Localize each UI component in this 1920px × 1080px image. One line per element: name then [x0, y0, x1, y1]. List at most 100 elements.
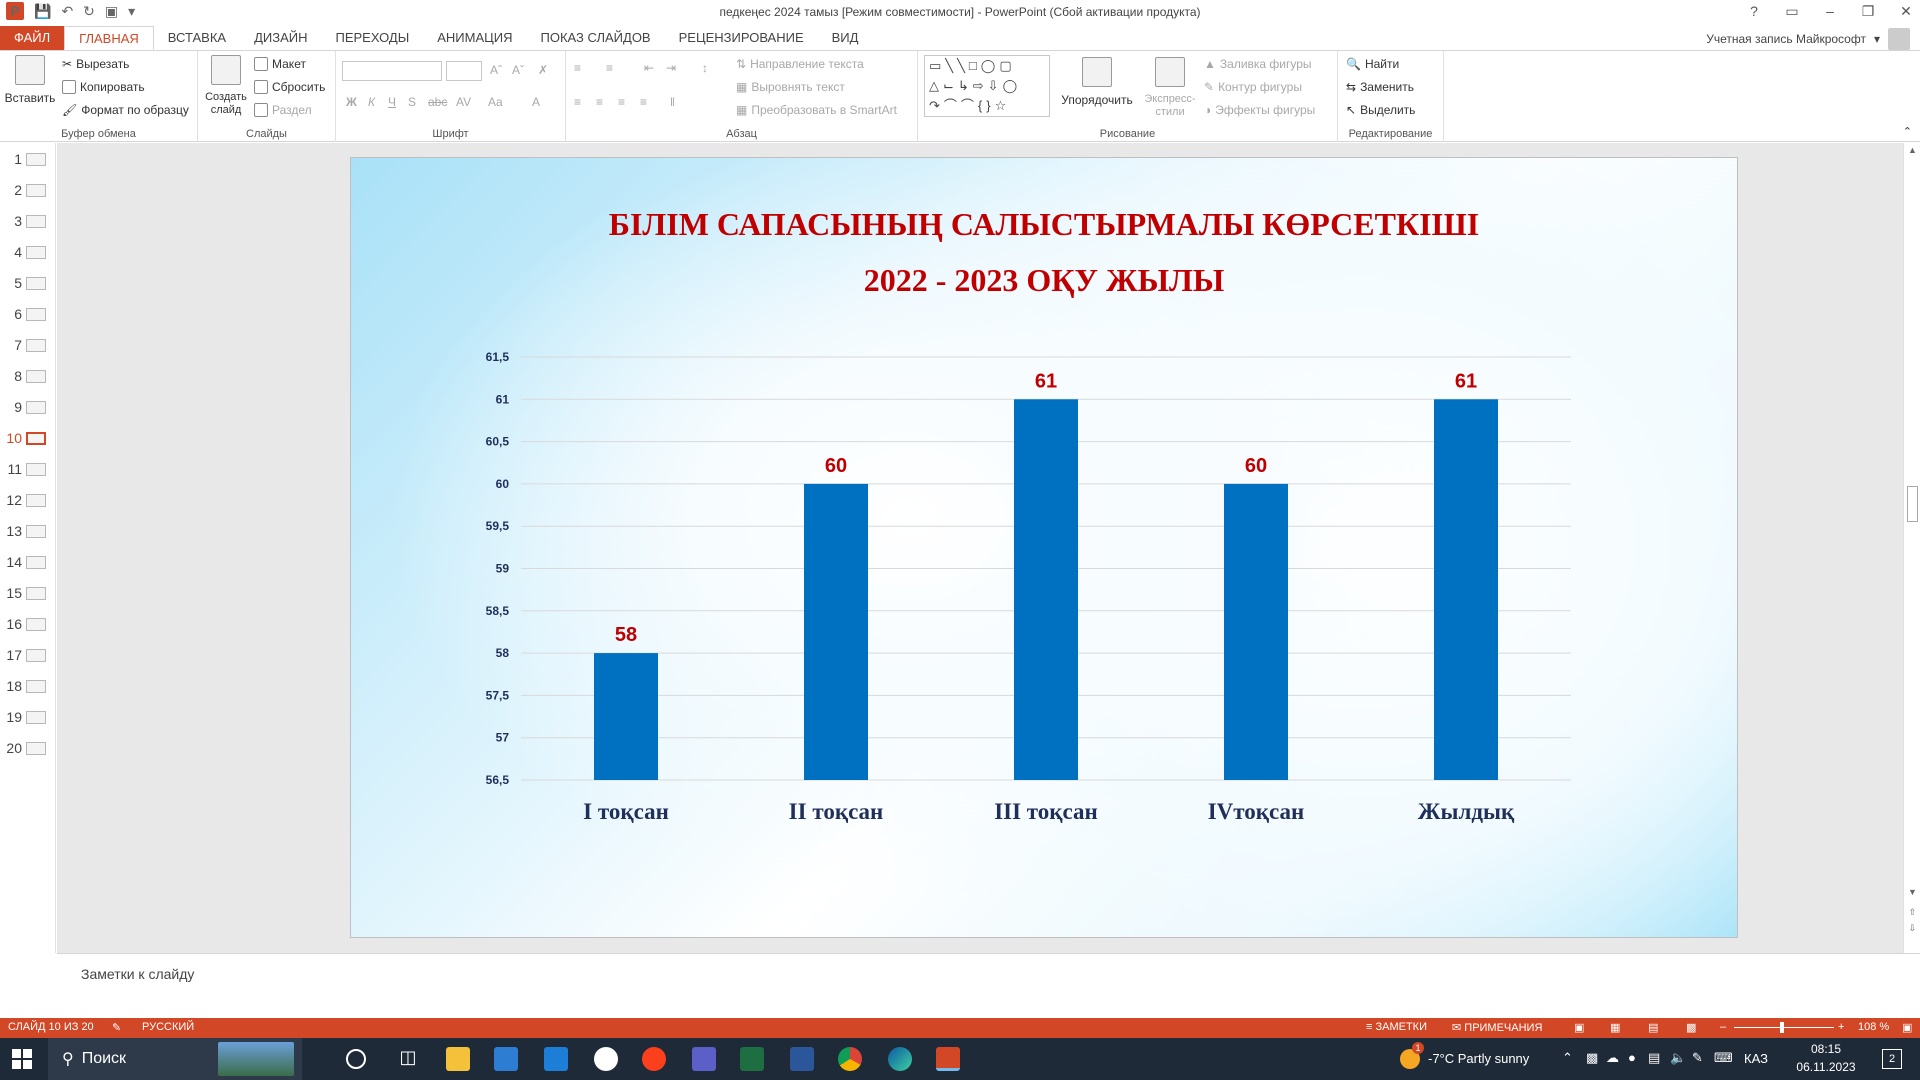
- next-slide-icon[interactable]: ⇩: [1904, 923, 1920, 934]
- slide-thumbnail[interactable]: 7: [0, 333, 56, 357]
- align-text-button[interactable]: ▦ Выровнять текст: [736, 80, 845, 94]
- font-name-box[interactable]: [342, 61, 442, 81]
- numbering-icon[interactable]: ≡: [606, 61, 613, 75]
- slideshow-icon[interactable]: ▩: [1686, 1021, 1696, 1034]
- notes-toggle-button[interactable]: ≡ ЗАМЕТКИ: [1366, 1021, 1427, 1033]
- scroll-down-icon[interactable]: ▼: [1904, 887, 1920, 897]
- align-left-icon[interactable]: ≡: [574, 95, 581, 109]
- format-painter-button[interactable]: 🖌 Формат по образцу: [62, 103, 189, 117]
- slide-thumbnail[interactable]: 20: [0, 736, 56, 760]
- device-icon[interactable]: ▩: [1586, 1050, 1598, 1066]
- justify-icon[interactable]: ≡: [640, 95, 647, 109]
- input-language[interactable]: КАЗ: [1744, 1051, 1768, 1066]
- slide-thumbnail[interactable]: 16: [0, 612, 56, 636]
- italic-button[interactable]: К: [368, 95, 375, 109]
- slide-thumbnail[interactable]: 19: [0, 705, 56, 729]
- slide-thumbnail-preview[interactable]: [26, 555, 46, 569]
- taskbar-search-box[interactable]: ⚲ Поиск: [48, 1038, 302, 1080]
- align-right-icon[interactable]: ≡: [618, 95, 625, 109]
- convert-smartart-button[interactable]: ▦ Преобразовать в SmartArt: [736, 103, 897, 117]
- shrink-font-icon[interactable]: Aˇ: [512, 63, 524, 77]
- tab-animations[interactable]: АНИМАЦИЯ: [423, 26, 526, 50]
- paste-button[interactable]: Вставить: [4, 55, 56, 105]
- section-button[interactable]: Раздел: [254, 103, 312, 117]
- zoom-out-button[interactable]: –: [1720, 1021, 1726, 1033]
- scrollbar-thumb[interactable]: [1907, 486, 1918, 522]
- underline-button[interactable]: Ч: [388, 95, 396, 109]
- slide-thumbnail-preview[interactable]: [26, 617, 46, 631]
- slide-thumbnail-preview[interactable]: [26, 276, 46, 290]
- normal-view-icon[interactable]: ▣: [1574, 1021, 1584, 1034]
- slide-thumbnail[interactable]: 18: [0, 674, 56, 698]
- slide-thumbnail-preview[interactable]: [26, 524, 46, 538]
- slide-thumbnail[interactable]: 14: [0, 550, 56, 574]
- previous-slide-icon[interactable]: ⇧: [1904, 907, 1920, 918]
- slide-sorter-icon[interactable]: ▦: [1610, 1021, 1620, 1034]
- mail-icon[interactable]: [544, 1047, 568, 1071]
- slide-thumbnail-preview[interactable]: [26, 338, 46, 352]
- onedrive-icon[interactable]: ☁: [1606, 1050, 1619, 1066]
- slide-thumbnail-preview[interactable]: [26, 307, 46, 321]
- shape-outline-button[interactable]: ✎ Контур фигуры: [1204, 80, 1302, 94]
- bullets-icon[interactable]: ≡: [574, 61, 581, 75]
- shape-effects-button[interactable]: ◑ Эффекты фигуры: [1204, 103, 1315, 117]
- slide-thumbnail[interactable]: 5: [0, 271, 56, 295]
- minimize-button[interactable]: –: [1822, 0, 1838, 22]
- change-case-button[interactable]: Aa: [488, 95, 503, 109]
- slide-thumbnail-preview[interactable]: [26, 245, 46, 259]
- network-icon[interactable]: ▤: [1648, 1050, 1660, 1066]
- notes-pane[interactable]: Заметки к слайду: [57, 953, 1920, 1018]
- word-icon[interactable]: [790, 1047, 814, 1071]
- new-slide-button[interactable]: Создать слайд: [202, 55, 250, 117]
- grow-font-icon[interactable]: Aˆ: [490, 63, 502, 77]
- help-button[interactable]: ?: [1746, 0, 1762, 22]
- notification-center-icon[interactable]: 2: [1882, 1049, 1902, 1069]
- slide-thumbnail[interactable]: 17: [0, 643, 56, 667]
- clear-formatting-icon[interactable]: ✗: [538, 63, 548, 77]
- restore-button[interactable]: ❐: [1860, 0, 1876, 22]
- collapse-ribbon-icon[interactable]: ⌃: [1903, 125, 1912, 138]
- keyboard-icon[interactable]: ⌨: [1714, 1050, 1733, 1066]
- text-direction-button[interactable]: ⇅ Направление текста: [736, 57, 864, 71]
- slide-thumbnail[interactable]: 1: [0, 147, 56, 171]
- app-icon[interactable]: [692, 1047, 716, 1071]
- fit-to-window-icon[interactable]: ▣: [1902, 1021, 1912, 1034]
- increase-indent-icon[interactable]: ⇥: [666, 61, 676, 75]
- slide-thumbnail-preview[interactable]: [26, 214, 46, 228]
- shapes-gallery[interactable]: ▭╲╲□◯▢ △⌙↳⇨⇩◯ ↷⌒⌒{}☆: [924, 55, 1050, 117]
- avatar[interactable]: [1888, 28, 1910, 50]
- clock-time[interactable]: 08:15: [1796, 1042, 1856, 1056]
- slide-thumbnail-preview[interactable]: [26, 741, 46, 755]
- slide-thumbnail[interactable]: 12: [0, 488, 56, 512]
- scroll-up-icon[interactable]: ▲: [1904, 145, 1920, 155]
- ribbon-display-options-button[interactable]: ▭: [1784, 0, 1800, 22]
- weather-text[interactable]: -7°C Partly sunny: [1428, 1051, 1529, 1066]
- zoom-in-button[interactable]: +: [1838, 1021, 1844, 1033]
- vertical-scrollbar[interactable]: ▲ ▼ ⇧ ⇩: [1903, 143, 1920, 953]
- chrome-icon[interactable]: [838, 1047, 862, 1071]
- slide-thumbnail[interactable]: 4: [0, 240, 56, 264]
- slide-thumbnail-preview[interactable]: [26, 431, 46, 445]
- slide-thumbnail[interactable]: 15: [0, 581, 56, 605]
- slide-thumbnail[interactable]: 13: [0, 519, 56, 543]
- slide-thumbnail-preview[interactable]: [26, 369, 46, 383]
- character-spacing-button[interactable]: AV: [456, 95, 471, 109]
- spell-check-icon[interactable]: ✎: [112, 1021, 121, 1034]
- font-color-button[interactable]: A: [532, 95, 540, 109]
- arrange-button[interactable]: Упорядочить: [1061, 57, 1133, 107]
- zoom-level[interactable]: 108 %: [1858, 1021, 1889, 1033]
- volume-icon[interactable]: 🔈: [1670, 1050, 1686, 1066]
- slide-thumbnail[interactable]: 3: [0, 209, 56, 233]
- powerpoint-taskbar-icon[interactable]: [936, 1047, 960, 1071]
- select-button[interactable]: ↖ Выделить: [1346, 103, 1415, 117]
- edge-icon[interactable]: [888, 1047, 912, 1071]
- yandex-browser-icon[interactable]: [594, 1047, 618, 1071]
- slide-thumbnail[interactable]: 2: [0, 178, 56, 202]
- tab-file[interactable]: ФАЙЛ: [0, 26, 65, 50]
- find-button[interactable]: 🔍 Найти: [1346, 57, 1399, 71]
- tab-transitions[interactable]: ПЕРЕХОДЫ: [322, 26, 424, 50]
- line-spacing-icon[interactable]: ↕: [702, 61, 708, 75]
- cortana-icon[interactable]: [346, 1049, 366, 1069]
- pen-icon[interactable]: ✎: [1692, 1050, 1703, 1066]
- cut-button[interactable]: ✂ Вырезать: [62, 57, 129, 71]
